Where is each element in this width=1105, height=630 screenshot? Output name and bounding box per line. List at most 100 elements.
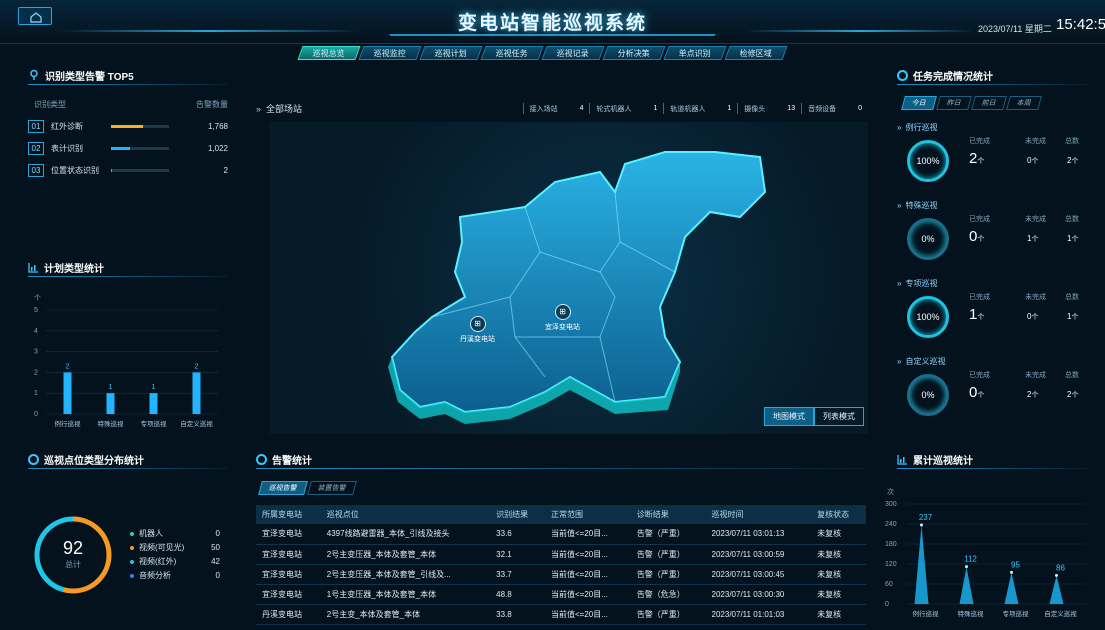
tab-yesterday[interactable]: 昨日 — [936, 96, 972, 110]
table-cell: 未复核 — [811, 544, 866, 565]
table-cell: 33.8 — [490, 604, 545, 625]
ring-icon — [897, 69, 908, 81]
tab-single-point[interactable]: 单点识别 — [663, 46, 727, 60]
bar[interactable] — [192, 372, 201, 414]
tab-device-alarm[interactable]: 装置告警 — [307, 481, 357, 495]
table-row[interactable]: 宜泽变电站 2号主变压器_本体及套管_引线及... 33.7 当前值<=20目... 告… — [256, 564, 866, 585]
table-cell: 2023/07/11 03:00:59 — [705, 544, 812, 565]
table-cell: 宜泽变电站 — [256, 564, 321, 585]
scope-selector[interactable]: 全部场站 — [266, 102, 302, 115]
spike[interactable] — [1004, 572, 1019, 604]
list-mode-button[interactable]: 列表模式 — [814, 407, 864, 426]
table-cell: 2号主变压器_本体及套管_引线及... — [320, 564, 491, 585]
bar[interactable] — [149, 393, 158, 414]
task-title: 任务完成情况统计 — [913, 71, 993, 83]
plan-type-chart: 个 0 1 2 3 4 5 2 例行巡视 1 特殊巡视 1 专项巡视 2 自定义巡视 — [34, 294, 218, 428]
tab-maintenance[interactable]: 检修区域 — [724, 46, 788, 60]
map-canvas[interactable]: ⊞ 丹溪变电站 ⊞ 宜泽变电站 地图模式 列表模式 — [270, 122, 868, 434]
tab-analysis[interactable]: 分析决策 — [602, 46, 666, 60]
x-tick-label: 专项巡视 — [141, 419, 168, 428]
x-tick-label: 专项巡视 — [1003, 609, 1030, 618]
stat-chip: 音频设备 0 — [801, 103, 868, 114]
table-cell: 33.6 — [490, 524, 545, 545]
table-cell: 48.8 — [490, 584, 545, 605]
tab-overview[interactable]: 巡视总览 — [297, 46, 361, 60]
spike[interactable] — [959, 566, 974, 604]
task-type-label: 专项巡视 — [905, 279, 938, 288]
table-cell: 告警（严重） — [630, 604, 706, 625]
table-row[interactable]: 宜泽变电站 1号主变压器_本体及套管_本体 48.8 当前值<=20目... 告警（危急… — [256, 584, 866, 605]
table-row[interactable]: 宜泽变电站 2号主变压器_本体及套管_本体 32.1 当前值<=20目... 告警（严重… — [256, 544, 866, 565]
tab-today[interactable]: 今日 — [901, 96, 937, 110]
x-tick-label: 特殊巡视 — [958, 609, 985, 618]
table-cell: 2号主变_本体及套管_本体 — [320, 604, 491, 625]
map-region[interactable] — [390, 151, 767, 414]
task-list: » 例行巡视 100% 已完成 未完成 总数 2个 0个 2个» 特殊巡视 0% 已完成 未完成 总数 0个… — [897, 122, 1092, 434]
panel-divider — [28, 468, 228, 469]
table-header-row: 所属变电站 巡视点位 识别结果 正常范围 诊断结果 巡视时间 复核状态 — [256, 505, 866, 524]
table-cell: 当前值<=20目... — [544, 544, 631, 565]
top5-row: 02 表计识别 1,022 — [28, 142, 228, 155]
bar-value-label: 1 — [109, 384, 113, 391]
task-arrow-icon: » — [897, 279, 902, 288]
tab-this-week[interactable]: 本周 — [1006, 96, 1042, 110]
bar[interactable] — [106, 393, 115, 414]
spike-value-label: 95 — [1011, 560, 1020, 569]
tab-record[interactable]: 巡视记录 — [541, 46, 605, 60]
table-cell: 宜泽变电站 — [256, 584, 321, 605]
y-tick-label: 0 — [34, 411, 38, 418]
bar[interactable] — [63, 372, 72, 414]
tab-day-before[interactable]: 前日 — [971, 96, 1007, 110]
table-row[interactable]: 宜泽变电站 4397线路避雷器_本体_引线及接头 33.6 当前值<=20目... 告警… — [256, 524, 866, 545]
spike-value-label: 86 — [1056, 563, 1065, 572]
task-type-label: 自定义巡视 — [905, 357, 946, 366]
ring-icon — [28, 453, 39, 465]
y-tick-label: 120 — [885, 561, 897, 568]
spike[interactable] — [1049, 575, 1064, 604]
tab-patrol-alarm[interactable]: 巡视告警 — [258, 481, 308, 495]
top5-title: 识别类型告警 TOP5 — [45, 71, 134, 83]
plan-chart-title: 计划类型统计 — [44, 263, 104, 275]
stat-chip: 轮式机器人 1 — [589, 103, 663, 114]
table-cell: 未复核 — [811, 604, 866, 625]
home-button[interactable] — [18, 7, 52, 25]
col-count-label: 告警数量 — [196, 100, 228, 109]
spike[interactable] — [914, 525, 929, 604]
bar-fill — [111, 125, 143, 128]
station-marker-yize[interactable]: ⊞ 宜泽变电站 — [545, 304, 580, 332]
plan-chart-panel: 计划类型统计 — [28, 258, 228, 277]
legend-dot — [130, 560, 134, 564]
unit-label: 个 — [1031, 236, 1039, 243]
spike-tip — [1010, 570, 1013, 574]
table-cell: 2023/07/11 03:01:13 — [705, 524, 812, 545]
table-row[interactable]: 丹溪变电站 2号主变_本体及套管_本体 33.8 当前值<=20目... 告警（严重） 2… — [256, 604, 866, 625]
table-cell: 当前值<=20目... — [544, 584, 631, 605]
table-cell: 当前值<=20目... — [544, 604, 631, 625]
unit-label: 个 — [1071, 392, 1079, 399]
col-total-label: 总数 — [1065, 372, 1079, 379]
tab-monitor[interactable]: 巡视监控 — [358, 46, 422, 60]
main-nav: 巡视总览 巡视监控 巡视计划 巡视任务 巡视记录 分析决策 单点识别 检修区域 — [297, 46, 788, 61]
task-arrow-icon: » — [897, 357, 902, 366]
y-tick-label: 60 — [885, 581, 893, 588]
tab-task[interactable]: 巡视任务 — [480, 46, 544, 60]
legend-dot — [130, 574, 134, 578]
station-marker-danxi[interactable]: ⊞ 丹溪变电站 — [460, 316, 495, 344]
completion-gauge: 100% — [907, 140, 949, 182]
panel-divider — [897, 468, 1087, 469]
top5-bar — [111, 147, 169, 150]
y-tick-label: 240 — [885, 521, 897, 528]
table-cell: 32.1 — [490, 544, 545, 565]
rank-badge: 03 — [28, 164, 44, 177]
completion-gauge: 0% — [907, 218, 949, 260]
point-legend: 机器人 0 视频(可见光) 50 视频(红外) 42 音频分析 0 — [130, 528, 220, 581]
stat-chip: 轨道机器人 1 — [663, 103, 737, 114]
top5-bar — [111, 169, 169, 172]
unit-label: 个 — [1071, 158, 1079, 165]
x-tick-label: 特殊巡视 — [98, 419, 125, 428]
col-total-label: 总数 — [1065, 216, 1079, 223]
top5-name: 位置状态识别 — [51, 166, 99, 175]
map-mode-button[interactable]: 地图模式 — [764, 407, 814, 426]
tab-plan[interactable]: 巡视计划 — [419, 46, 483, 60]
col-total-label: 总数 — [1065, 138, 1079, 145]
